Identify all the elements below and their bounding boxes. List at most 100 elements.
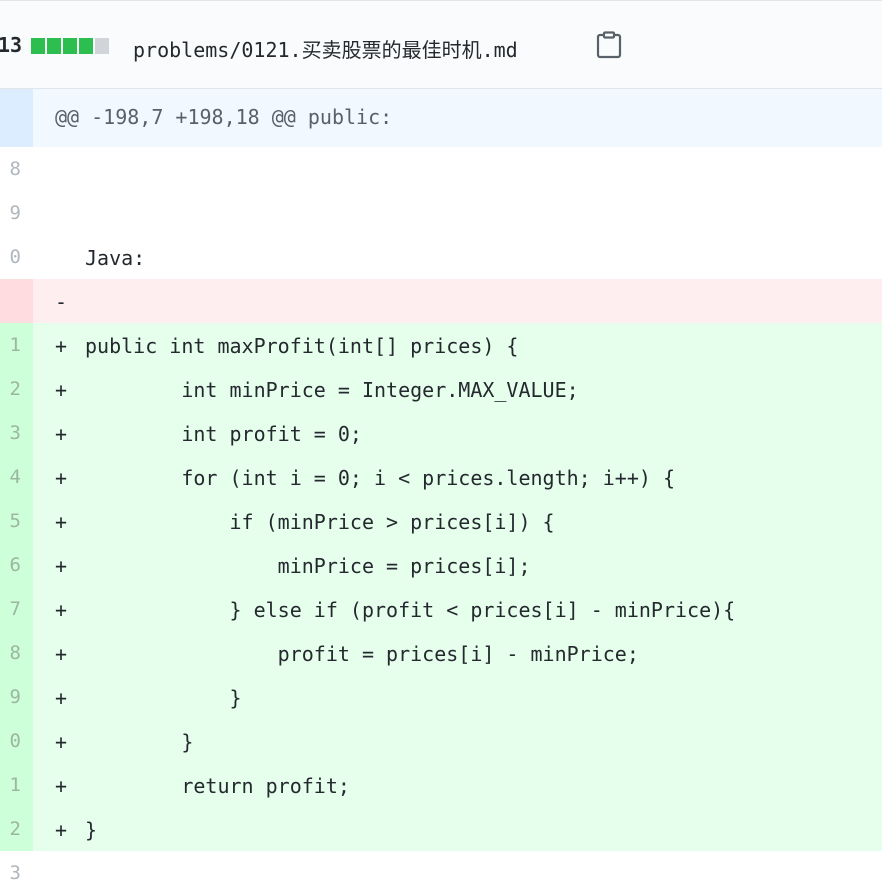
code-cell: Java: xyxy=(33,235,882,279)
line-number-text: 0 xyxy=(9,246,21,268)
diff-line-added: 1 + public int maxProfit(int[] prices) { xyxy=(0,323,882,367)
line-number[interactable]: 9 xyxy=(0,675,33,719)
code-cell: + return profit; xyxy=(33,763,882,807)
line-number[interactable]: 3 xyxy=(0,851,33,895)
code-text: public int maxProfit(int[] prices) { xyxy=(85,334,519,358)
line-number[interactable]: 2 xyxy=(0,367,33,411)
diff-line-context: 9 xyxy=(0,191,882,235)
code-cell: - xyxy=(33,279,882,323)
hunk-header-cell: @@ -198,7 +198,18 @@ public: xyxy=(33,89,882,147)
code-text: minPrice = prices[i]; xyxy=(85,554,531,578)
code-cell: + } xyxy=(33,675,882,719)
diffstat-block-add xyxy=(79,38,93,54)
diff-sign: + xyxy=(55,510,68,534)
line-number[interactable]: 3 xyxy=(0,411,33,455)
diff-sign: + xyxy=(55,598,68,622)
code-cell: + int profit = 0; xyxy=(33,411,882,455)
hunk-header-text: @@ -198,7 +198,18 @@ public: xyxy=(55,105,393,129)
code-text: } xyxy=(85,818,98,842)
diff-line-context: 8 xyxy=(0,147,882,191)
diff-sign: + xyxy=(55,466,68,490)
code-text: int profit = 0; xyxy=(85,422,362,446)
code-cell: + if (minPrice > prices[i]) { xyxy=(33,499,882,543)
diff-sign: + xyxy=(55,774,68,798)
code-cell: + for (int i = 0; i < prices.length; i++… xyxy=(33,455,882,499)
line-number-text: 2 xyxy=(9,818,21,840)
file-header: 13 problems/0121.买卖股票的最佳时机.md xyxy=(0,0,882,89)
line-number-text: 7 xyxy=(9,598,21,620)
line-number-text: 0 xyxy=(9,730,21,752)
code-cell xyxy=(33,851,882,895)
line-number-text: 9 xyxy=(9,202,21,224)
diffstat-block-add xyxy=(63,38,77,54)
diff-sign: + xyxy=(55,818,68,842)
line-number-text: 2 xyxy=(9,378,21,400)
diff-table: @@ -198,7 +198,18 @@ public: 8 9 0 Java: - 1 +… xyxy=(0,89,882,895)
diff-sign: + xyxy=(55,334,68,358)
diff-line-added: 2 +} xyxy=(0,807,882,851)
diff-rows: 8 9 0 Java: - 1 + public int maxProfit(int[] pr… xyxy=(0,147,882,895)
diff-sign: + xyxy=(55,554,68,578)
line-number-text: 3 xyxy=(9,862,21,884)
code-text: } xyxy=(85,686,242,710)
diffstat-block-add xyxy=(31,38,45,54)
diff-line-added: 8 + profit = prices[i] - minPrice; xyxy=(0,631,882,675)
diff-sign: + xyxy=(55,642,68,666)
diff-line-added: 2 + int minPrice = Integer.MAX_VALUE; xyxy=(0,367,882,411)
line-number-text: 1 xyxy=(9,774,21,796)
diff-sign: - xyxy=(55,290,68,314)
line-number-text: 1 xyxy=(9,334,21,356)
diff-line-added: 4 + for (int i = 0; i < prices.length; i+… xyxy=(0,455,882,499)
diff-sign: + xyxy=(55,422,68,446)
code-cell xyxy=(33,191,882,235)
line-number[interactable]: 1 xyxy=(0,763,33,807)
line-number[interactable] xyxy=(0,279,33,323)
line-number[interactable]: 7 xyxy=(0,587,33,631)
clipboard-icon xyxy=(596,31,622,59)
line-number[interactable]: 5 xyxy=(0,499,33,543)
line-number[interactable]: 2 xyxy=(0,807,33,851)
code-text: int minPrice = Integer.MAX_VALUE; xyxy=(85,378,579,402)
hunk-expand-gutter[interactable] xyxy=(0,89,33,147)
line-number-text: 5 xyxy=(9,510,21,532)
code-cell xyxy=(33,147,882,191)
hunk-header-row: @@ -198,7 +198,18 @@ public: xyxy=(0,89,882,147)
diff-line-added: 0 + } xyxy=(0,719,882,763)
code-text: return profit; xyxy=(85,774,350,798)
line-number[interactable]: 1 xyxy=(0,323,33,367)
line-number-text: 3 xyxy=(9,422,21,444)
code-cell: + int minPrice = Integer.MAX_VALUE; xyxy=(33,367,882,411)
line-number[interactable]: 9 xyxy=(0,191,33,235)
file-path-link[interactable]: problems/0121.买卖股票的最佳时机.md xyxy=(133,34,518,63)
code-text: profit = prices[i] - minPrice; xyxy=(85,642,639,666)
code-cell: + public int maxProfit(int[] prices) { xyxy=(33,323,882,367)
diff-sign: + xyxy=(55,686,68,710)
line-number[interactable]: 6 xyxy=(0,543,33,587)
diff-line-context: 3 xyxy=(0,851,882,895)
code-cell: + profit = prices[i] - minPrice; xyxy=(33,631,882,675)
diff-sign: + xyxy=(55,378,68,402)
code-text: } xyxy=(85,730,194,754)
copy-path-button[interactable] xyxy=(596,31,622,59)
code-cell: +} xyxy=(33,807,882,851)
line-number[interactable]: 8 xyxy=(0,147,33,191)
diff-line-added: 1 + return profit; xyxy=(0,763,882,807)
diff-line-added: 6 + minPrice = prices[i]; xyxy=(0,543,882,587)
line-number-text: 9 xyxy=(9,686,21,708)
diffstat xyxy=(31,38,109,54)
line-number[interactable]: 0 xyxy=(0,235,33,279)
code-cell: + } xyxy=(33,719,882,763)
diff-line-context: 0 Java: xyxy=(0,235,882,279)
change-count: 13 xyxy=(0,33,23,57)
line-number-text: 8 xyxy=(9,158,21,180)
diff-sign: + xyxy=(55,730,68,754)
code-text: Java: xyxy=(85,246,146,270)
code-text: if (minPrice > prices[i]) { xyxy=(85,510,555,534)
code-cell: + } else if (profit < prices[i] - minPri… xyxy=(33,587,882,631)
code-text: for (int i = 0; i < prices.length; i++) … xyxy=(85,466,676,490)
diff-line-added: 7 + } else if (profit < prices[i] - minPr… xyxy=(0,587,882,631)
diff-line-added: 5 + if (minPrice > prices[i]) { xyxy=(0,499,882,543)
line-number[interactable]: 8 xyxy=(0,631,33,675)
line-number[interactable]: 4 xyxy=(0,455,33,499)
line-number[interactable]: 0 xyxy=(0,719,33,763)
